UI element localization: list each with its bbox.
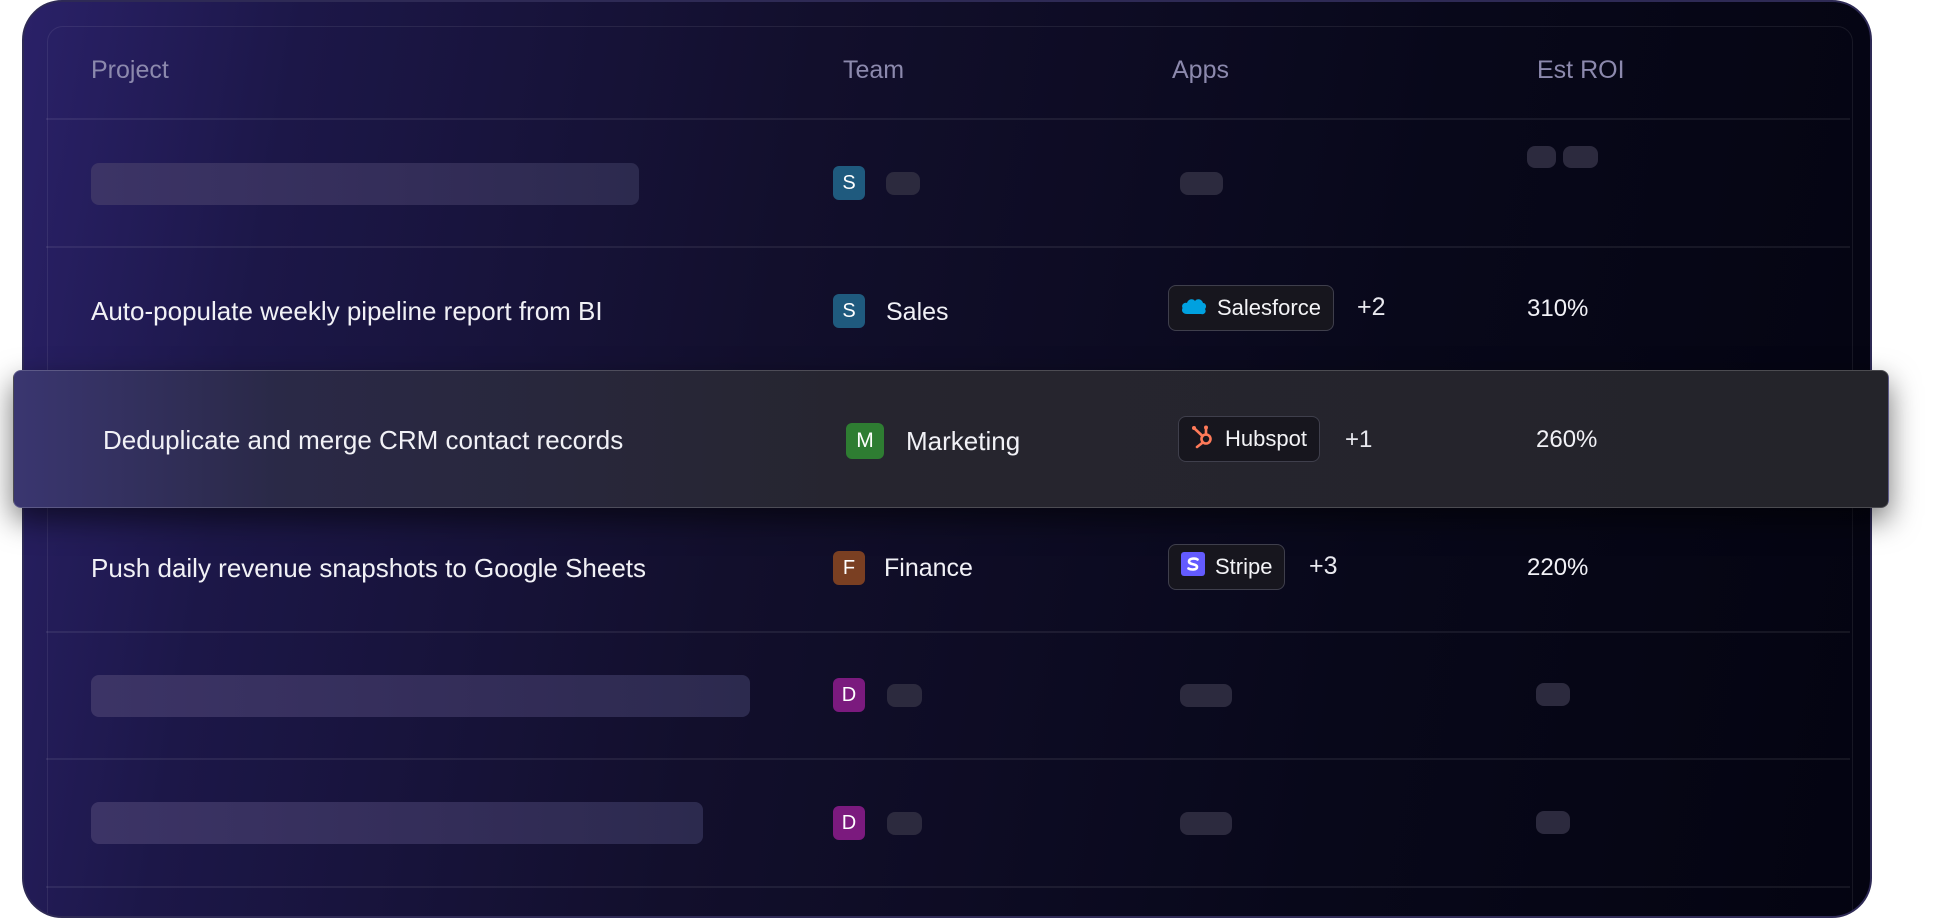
column-header-roi[interactable]: Est ROI bbox=[1537, 56, 1625, 85]
team-avatar: F bbox=[833, 551, 865, 585]
roi-skeleton bbox=[1536, 811, 1570, 834]
row-divider bbox=[46, 886, 1850, 888]
roi-value: 260% bbox=[1536, 426, 1598, 453]
roi-skeleton bbox=[1536, 683, 1570, 706]
roi-skeleton bbox=[1563, 146, 1598, 168]
roi-skeleton bbox=[1527, 146, 1556, 168]
app-chip[interactable]: Stripe bbox=[1168, 544, 1286, 590]
row-divider bbox=[46, 758, 1850, 760]
app-chip[interactable]: Salesforce bbox=[1168, 285, 1334, 331]
stripe-s-icon bbox=[1181, 552, 1205, 582]
team-avatar: M bbox=[846, 423, 884, 459]
team-name: Finance bbox=[884, 554, 973, 582]
project-name: Auto-populate weekly pipeline report fro… bbox=[91, 296, 603, 326]
project-skeleton bbox=[91, 802, 703, 844]
project-skeleton bbox=[91, 163, 639, 205]
column-header-project[interactable]: Project bbox=[91, 56, 169, 85]
team-skeleton bbox=[887, 812, 922, 835]
app-name: Stripe bbox=[1215, 554, 1273, 579]
app-skeleton bbox=[1180, 812, 1232, 835]
app-skeleton bbox=[1180, 684, 1232, 707]
team-avatar: D bbox=[833, 678, 865, 712]
team-skeleton bbox=[887, 684, 922, 707]
project-name: Push daily revenue snapshots to Google S… bbox=[91, 553, 647, 583]
team-skeleton bbox=[886, 172, 920, 195]
app-name: Salesforce bbox=[1217, 295, 1321, 320]
hubspot-icon bbox=[1191, 423, 1215, 455]
project-skeleton bbox=[91, 675, 750, 717]
project-name: Deduplicate and merge CRM contact record… bbox=[103, 425, 624, 455]
row-divider bbox=[46, 246, 1850, 248]
more-apps-count[interactable]: +2 bbox=[1357, 293, 1386, 322]
column-header-team[interactable]: Team bbox=[843, 56, 904, 85]
roi-value: 310% bbox=[1527, 295, 1589, 322]
table-row-highlighted[interactable]: Deduplicate and merge CRM contact record… bbox=[13, 370, 1889, 508]
team-avatar: S bbox=[833, 166, 865, 200]
salesforce-cloud-icon bbox=[1181, 295, 1207, 321]
team-name: Marketing bbox=[906, 426, 1021, 456]
column-header-apps[interactable]: Apps bbox=[1172, 56, 1229, 85]
more-apps-count[interactable]: +1 bbox=[1345, 426, 1372, 454]
more-apps-count[interactable]: +3 bbox=[1309, 552, 1338, 581]
app-name: Hubspot bbox=[1225, 426, 1307, 451]
team-name: Sales bbox=[886, 298, 949, 326]
team-avatar: S bbox=[833, 294, 865, 328]
app-skeleton bbox=[1180, 172, 1223, 195]
app-chip[interactable]: Hubspot bbox=[1178, 416, 1320, 462]
roi-value: 220% bbox=[1527, 554, 1589, 581]
row-divider bbox=[46, 631, 1850, 633]
team-avatar: D bbox=[833, 806, 865, 840]
row-divider bbox=[46, 118, 1850, 120]
